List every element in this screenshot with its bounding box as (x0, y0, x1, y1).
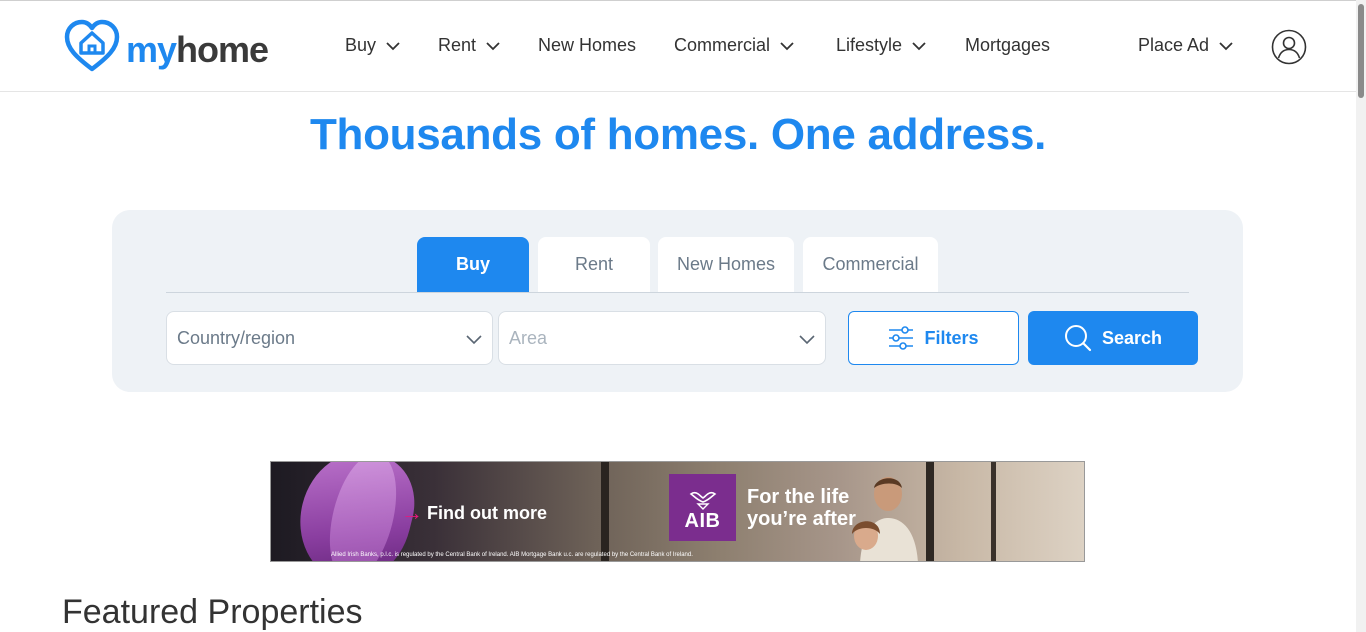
search-panel: Buy Rent New Homes Commercial Country/re… (112, 210, 1243, 392)
chevron-down-icon (799, 335, 815, 345)
site-header: myhome Buy Rent New Homes Commercial Lif… (0, 0, 1356, 92)
country-region-placeholder: Country/region (177, 327, 296, 348)
tab-buy-label: Buy (455, 254, 490, 274)
banner-tagline-line: you’re after (747, 508, 856, 530)
filters-sliders-icon (889, 326, 914, 350)
filters-button[interactable]: Filters (848, 311, 1019, 365)
tab-commercial-label: Commercial (822, 254, 919, 274)
nav-commercial-label: Commercial (674, 35, 771, 55)
logo-wordmark: myhome (126, 28, 269, 70)
nav-lifestyle-label: Lifestyle (836, 35, 903, 55)
page-scrollbar[interactable] (1356, 0, 1366, 632)
chevron-down-icon (780, 41, 794, 50)
nav-mortgages-label: Mortgages (965, 35, 1051, 55)
tab-new-homes[interactable]: New Homes (658, 237, 794, 292)
tab-divider (166, 292, 1189, 293)
filters-label: Filters (924, 327, 979, 348)
nav-rent[interactable]: Rent (438, 35, 500, 56)
logo-my: my (126, 28, 177, 70)
banner-tagline: For the life you’re after (747, 486, 856, 530)
chevron-down-icon (466, 335, 482, 345)
nav-mortgages[interactable]: Mortgages (965, 35, 1050, 56)
area-placeholder: Area (509, 327, 548, 348)
nav-lifestyle[interactable]: Lifestyle (836, 35, 926, 56)
nav-commercial[interactable]: Commercial (674, 35, 794, 56)
search-icon (1064, 325, 1092, 352)
myhome-logo[interactable]: myhome (64, 19, 269, 80)
banner-window-frame (991, 462, 996, 561)
nav-buy[interactable]: Buy (345, 35, 400, 56)
aib-logo: AIB (669, 474, 736, 541)
nav-new-homes-label: New Homes (538, 35, 637, 55)
page: myhome Buy Rent New Homes Commercial Lif… (0, 0, 1366, 632)
aib-ark-icon (689, 491, 716, 510)
hero-title: Thousands of homes. One address. (309, 110, 1047, 159)
area-select[interactable]: Area (498, 311, 826, 365)
search-label: Search (1101, 327, 1163, 348)
chevron-down-icon (912, 41, 926, 50)
featured-properties-heading: Featured Properties (62, 593, 363, 631)
country-region-select[interactable]: Country/region (166, 311, 493, 365)
banner-window-frame (926, 462, 934, 561)
aib-logo-text: AIB (684, 510, 721, 532)
nav-place-ad[interactable]: Place Ad (1138, 35, 1233, 56)
chevron-down-icon (386, 41, 400, 50)
place-ad-label: Place Ad (1138, 35, 1210, 55)
banner-couple-photo (852, 477, 918, 561)
tab-commercial[interactable]: Commercial (803, 237, 938, 292)
chevron-down-icon (486, 41, 500, 50)
banner-legal-text: Allied Irish Banks, p.l.c. is regulated … (331, 552, 693, 558)
banner-window-frame (601, 462, 609, 561)
banner-tagline-line: For the life (747, 486, 850, 508)
nav-buy-label: Buy (345, 35, 377, 55)
aib-banner-ad[interactable]: → Find out more AIB For the life you’re … (270, 461, 1085, 562)
nav-new-homes[interactable]: New Homes (538, 35, 636, 56)
tab-rent[interactable]: Rent (538, 237, 650, 292)
tab-rent-label: Rent (574, 254, 614, 274)
user-icon[interactable] (1271, 29, 1307, 65)
chevron-down-icon (1219, 41, 1233, 50)
banner-cta[interactable]: → Find out more (401, 500, 547, 526)
nav-rent-label: Rent (438, 35, 477, 55)
banner-cta-label: Find out more (427, 502, 547, 523)
arrow-right-icon: → (401, 500, 423, 525)
search-button[interactable]: Search (1028, 311, 1198, 365)
logo-home: home (176, 28, 269, 70)
heart-house-icon (64, 19, 120, 80)
tab-buy[interactable]: Buy (417, 237, 529, 292)
tab-new-homes-label: New Homes (676, 254, 776, 274)
scrollbar-thumb[interactable] (1358, 4, 1364, 98)
